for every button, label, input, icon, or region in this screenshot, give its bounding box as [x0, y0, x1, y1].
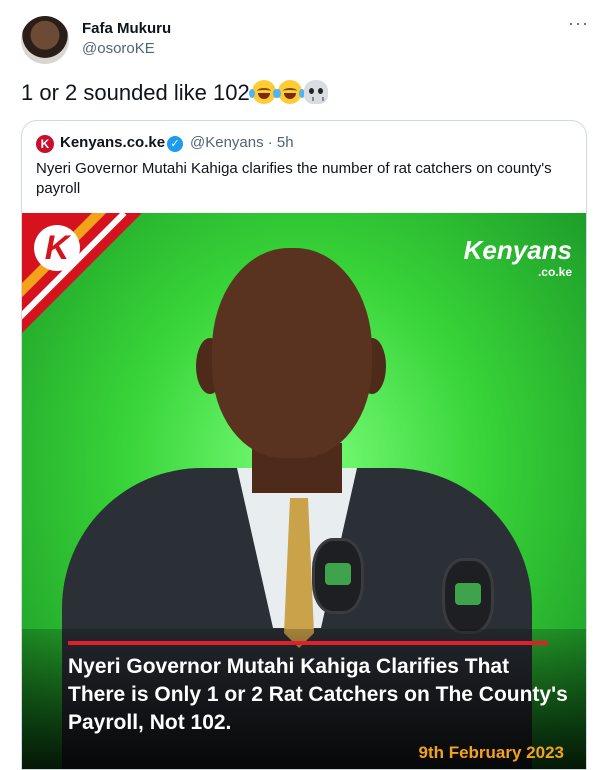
author-name[interactable]: Fafa Mukuru [82, 20, 171, 37]
quoted-tweet[interactable]: K Kenyans.co.ke ✓ @Kenyans · 5h Nyeri Go… [21, 120, 587, 770]
verified-badge-icon: ✓ [167, 136, 183, 152]
laughing-emoji-icon [274, 80, 305, 104]
kenyans-k-logo-icon: K [34, 225, 80, 271]
laughing-emoji-icon [248, 80, 279, 104]
microphone-icon [312, 538, 364, 614]
microphone-icon [442, 558, 494, 634]
more-dots-icon[interactable]: ··· [568, 14, 589, 32]
author-handle[interactable]: @osoroKE [82, 40, 155, 57]
tweet-text: 1 or 2 sounded like 102 [21, 80, 328, 106]
quoted-image[interactable]: K Kenyans .co.ke Nyeri Governor Mutahi K… [22, 213, 586, 769]
tweet-body: 1 or 2 sounded like 102 [21, 80, 250, 105]
quoted-author-name: Kenyans.co.ke [60, 134, 166, 151]
quoted-text: Nyeri Governor Mutahi Kahiga clarifies t… [36, 160, 552, 197]
image-date: 9th February 2023 [418, 743, 564, 762]
caption-divider [68, 641, 548, 645]
skull-emoji-icon [303, 80, 328, 104]
author-avatar[interactable] [21, 16, 69, 64]
image-headline: Nyeri Governor Mutahi Kahiga Clarifies T… [68, 655, 568, 734]
kenyans-watermark: Kenyans .co.ke [464, 237, 572, 283]
quoted-handle-time: @Kenyans · 5h [190, 134, 294, 151]
kenyans-logo-icon: K [36, 135, 54, 153]
